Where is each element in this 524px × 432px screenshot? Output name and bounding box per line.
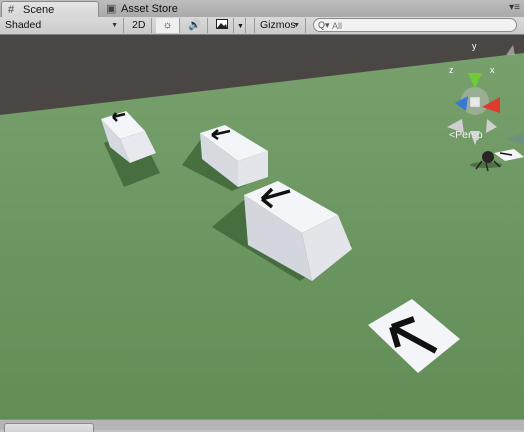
tab-bar: # Scene ▣ Asset Store ▾≡ [0,0,524,18]
audio-toggle[interactable]: 🔊 [182,18,208,33]
store-bag-icon: ▣ [106,3,117,15]
effects-dropdown[interactable]: ▼ [234,18,246,33]
dropdown-arrow-icon: ▼ [293,22,300,29]
dropdown-arrow-icon: ▼ [111,22,118,29]
2d-mode-toggle[interactable]: 2D [128,18,152,33]
shading-mode-label: Shaded [5,19,42,31]
dropdown-arrow-icon: ▼ [237,23,244,30]
gizmo-x-label: x [490,65,495,75]
shading-mode-dropdown[interactable]: Shaded ▼ [0,18,124,33]
scene-canvas: y z x [0,35,524,419]
scene-search[interactable]: Q▾ [313,18,517,32]
2d-mode-label: 2D [132,19,146,31]
search-icon: Q▾ [318,20,330,30]
scene-toolbar: Shaded ▼ 2D ☼ 🔊 ▼ Gizmos ▼ Q▾ [0,17,524,35]
tab-asset-store[interactable]: ▣ Asset Store [100,1,202,17]
sun-icon: ☼ [162,19,173,31]
search-input[interactable] [332,20,512,31]
tab-asset-store-label: Asset Store [121,3,178,15]
gizmo-z-label: z [449,65,454,75]
bottom-panel-strip [0,419,524,432]
image-icon [215,19,228,31]
grid-icon: # [8,4,15,16]
gizmos-dropdown[interactable]: Gizmos ▼ [254,18,306,33]
tab-scene-label: Scene [23,4,55,16]
effects-toggle[interactable] [210,18,234,33]
tab-scene[interactable]: # Scene [1,1,99,18]
speaker-icon: 🔊 [187,19,202,31]
gizmo-y-label: y [472,41,477,51]
bottom-panel-tab[interactable] [4,423,94,432]
scene-viewport[interactable]: y z x <Persp [0,35,524,419]
lighting-toggle[interactable]: ☼ [156,18,180,33]
projection-toggle[interactable]: <Persp [449,129,483,141]
panel-menu-icon[interactable]: ▾≡ [509,2,520,13]
gizmos-label: Gizmos [260,19,296,31]
projection-label: Persp [455,129,483,141]
